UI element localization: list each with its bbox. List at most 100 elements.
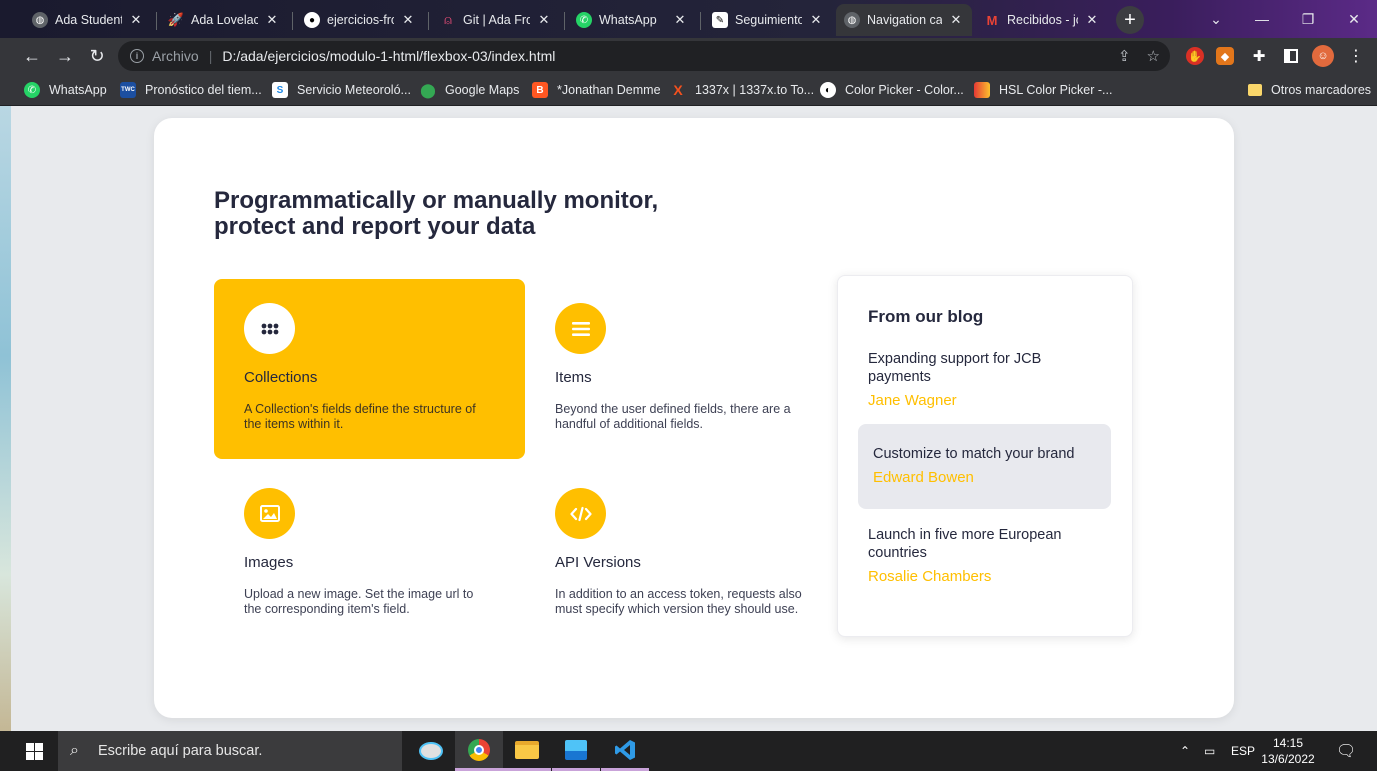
forward-button[interactable]: → — [51, 42, 79, 70]
blog-post[interactable]: Launch in five more European countries R… — [858, 516, 1111, 595]
close-icon[interactable]: ✕ — [536, 12, 552, 28]
folder-icon — [515, 740, 539, 759]
close-icon[interactable]: ✕ — [672, 12, 688, 28]
feature-items[interactable]: Items Beyond the user defined fields, th… — [525, 279, 836, 459]
tab-whatsapp[interactable]: ✆ WhatsApp ✕ — [568, 4, 696, 36]
star-icon[interactable]: ☆ — [1147, 47, 1160, 65]
maps-pin-icon: ⬤ — [420, 81, 436, 98]
search-icon: ⌕ — [70, 742, 79, 759]
chrome-icon — [468, 738, 490, 761]
back-button[interactable]: ← — [18, 42, 46, 70]
blog-post[interactable]: Expanding support for JCB payments Jane … — [858, 340, 1111, 419]
notion-icon: ✎ — [712, 12, 728, 28]
avatar[interactable]: ☺ — [1312, 45, 1334, 67]
menu-kebab-icon[interactable]: ⋮ — [1347, 47, 1365, 65]
bookmark-whatsapp[interactable]: ✆ WhatsApp — [24, 80, 107, 100]
clock-date: 13/6/2022 — [1261, 752, 1315, 766]
tab-title: ejercicios-fro — [327, 13, 394, 27]
feature-title: Items — [555, 369, 592, 386]
close-window-button[interactable]: ✕ — [1331, 0, 1377, 38]
blog-title: From our blog — [868, 307, 984, 326]
tab-search-icon[interactable]: ⌄ — [1193, 0, 1239, 38]
notifications-icon[interactable]: 🗨 — [1336, 731, 1356, 771]
other-bookmarks-folder[interactable]: Otros marcadores — [1248, 80, 1371, 100]
palette-icon — [419, 742, 443, 760]
bookmark-hsl-color-picker[interactable]: HSL Color Picker -... — [974, 80, 1112, 100]
start-button[interactable] — [10, 731, 58, 771]
taskbar-app-file-explorer[interactable] — [503, 731, 551, 771]
windows-logo-icon — [25, 742, 43, 760]
x-icon: X — [673, 82, 683, 98]
address-url: D:/ada/ejercicios/modulo-1-html/flexbox-… — [222, 48, 556, 64]
meteo-icon: S — [272, 82, 288, 98]
github-icon: ● — [304, 12, 320, 28]
info-icon[interactable]: i — [130, 49, 144, 63]
taskbar-app-vscode[interactable] — [601, 731, 649, 771]
taskbar-app-chrome[interactable] — [455, 731, 503, 771]
feature-title: Collections — [244, 369, 318, 386]
vscode-icon — [615, 739, 635, 760]
metamask-icon[interactable]: ◆ — [1216, 47, 1234, 65]
blog-post-active[interactable]: Customize to match your brand Edward Bow… — [858, 424, 1111, 509]
bookmark-google-maps[interactable]: ⬤ Google Maps — [420, 80, 519, 100]
tab-separator — [564, 12, 565, 30]
close-icon[interactable]: ✕ — [128, 12, 144, 28]
bookmark-label: *Jonathan Demme — [557, 83, 661, 97]
globe-icon: ◍ — [32, 12, 48, 28]
bookmark-label: Color Picker - Color... — [845, 83, 964, 97]
show-hidden-icons[interactable]: ⌃ — [1180, 731, 1190, 771]
bookmark-pronostico[interactable]: TWC Pronóstico del tiem... — [120, 80, 262, 100]
feature-images[interactable]: Images Upload a new image. Set the image… — [214, 464, 525, 644]
blog-post-title: Customize to match your brand — [873, 446, 1075, 462]
tab-ada-lovelace[interactable]: 🚀 Ada Lovelace ✕ — [160, 4, 288, 36]
feature-api-versions[interactable]: API Versions In addition to an access to… — [525, 464, 836, 644]
whatsapp-icon: ✆ — [576, 12, 592, 28]
bookmarks-bar: ✆ WhatsApp TWC Pronóstico del tiem... S … — [0, 74, 1377, 106]
battery-icon[interactable]: ▭ — [1204, 731, 1215, 771]
feature-description: A Collection's fields define the structu… — [244, 402, 476, 431]
close-icon[interactable]: ✕ — [1084, 12, 1100, 28]
grid-dots-icon — [244, 303, 295, 354]
tab-separator — [428, 12, 429, 30]
tab-seguimiento[interactable]: ✎ Seguimiento ✕ — [704, 4, 832, 36]
tab-title: Ada Students — [55, 13, 122, 27]
tab-ada-students[interactable]: ◍ Ada Students ✕ — [24, 4, 152, 36]
close-icon[interactable]: ✕ — [948, 12, 964, 28]
clock-time: 14:15 — [1272, 736, 1304, 750]
list-icon — [555, 303, 606, 354]
hsl-icon — [974, 82, 990, 98]
bookmark-label: HSL Color Picker -... — [999, 83, 1113, 97]
close-icon[interactable]: ✕ — [400, 12, 416, 28]
close-icon[interactable]: ✕ — [808, 12, 824, 28]
bookmark-1337x[interactable]: X 1337x | 1337x.to To... — [670, 80, 814, 100]
system-clock[interactable]: 14:15 13/6/2022 — [1258, 735, 1318, 767]
taskbar-app-photos[interactable] — [552, 731, 600, 771]
language-indicator[interactable]: ESP — [1231, 731, 1255, 771]
adblock-icon[interactable]: ✋ — [1186, 47, 1204, 65]
blog-post-author: Rosalie Chambers — [868, 568, 992, 585]
new-tab-button[interactable]: + — [1116, 6, 1144, 34]
taskbar-search-input[interactable]: ⌕ Escribe aquí para buscar. — [58, 731, 402, 771]
other-bookmarks-label: Otros marcadores — [1271, 83, 1372, 97]
extensions-puzzle-icon[interactable]: ✚ — [1250, 47, 1268, 65]
close-icon[interactable]: ✕ — [264, 12, 280, 28]
page-viewport: Programmatically or manually monitor, pr… — [0, 106, 1377, 731]
tab-github[interactable]: ● ejercicios-fro ✕ — [296, 4, 424, 36]
taskbar-app-paint[interactable] — [407, 731, 455, 771]
reload-button[interactable]: ↻ — [83, 42, 111, 70]
bookmark-color-picker[interactable]: ◐ Color Picker - Color... — [820, 80, 964, 100]
blog-post-author: Jane Wagner — [868, 392, 957, 409]
minimize-button[interactable]: — — [1239, 0, 1285, 38]
tab-navigation-active[interactable]: ◍ Navigation ca ✕ — [836, 4, 972, 36]
feature-collections[interactable]: Collections A Collection's fields define… — [214, 279, 525, 459]
tab-gmail[interactable]: M Recibidos - jo ✕ — [976, 4, 1108, 36]
address-bar[interactable]: i Archivo | D:/ada/ejercicios/modulo-1-h… — [118, 41, 1170, 71]
ada-icon: ⍝ — [444, 12, 452, 27]
tab-separator — [156, 12, 157, 30]
restore-button[interactable]: ❐ — [1285, 0, 1331, 38]
side-panel-icon[interactable] — [1282, 47, 1300, 65]
tab-git-ada[interactable]: ⍝ Git | Ada Fron ✕ — [432, 4, 560, 36]
bookmark-meteo[interactable]: S Servicio Meteoroló... — [272, 80, 411, 100]
share-icon[interactable]: ⇪ — [1118, 47, 1131, 65]
bookmark-jonathan-demme[interactable]: B *Jonathan Demme — [532, 80, 661, 100]
